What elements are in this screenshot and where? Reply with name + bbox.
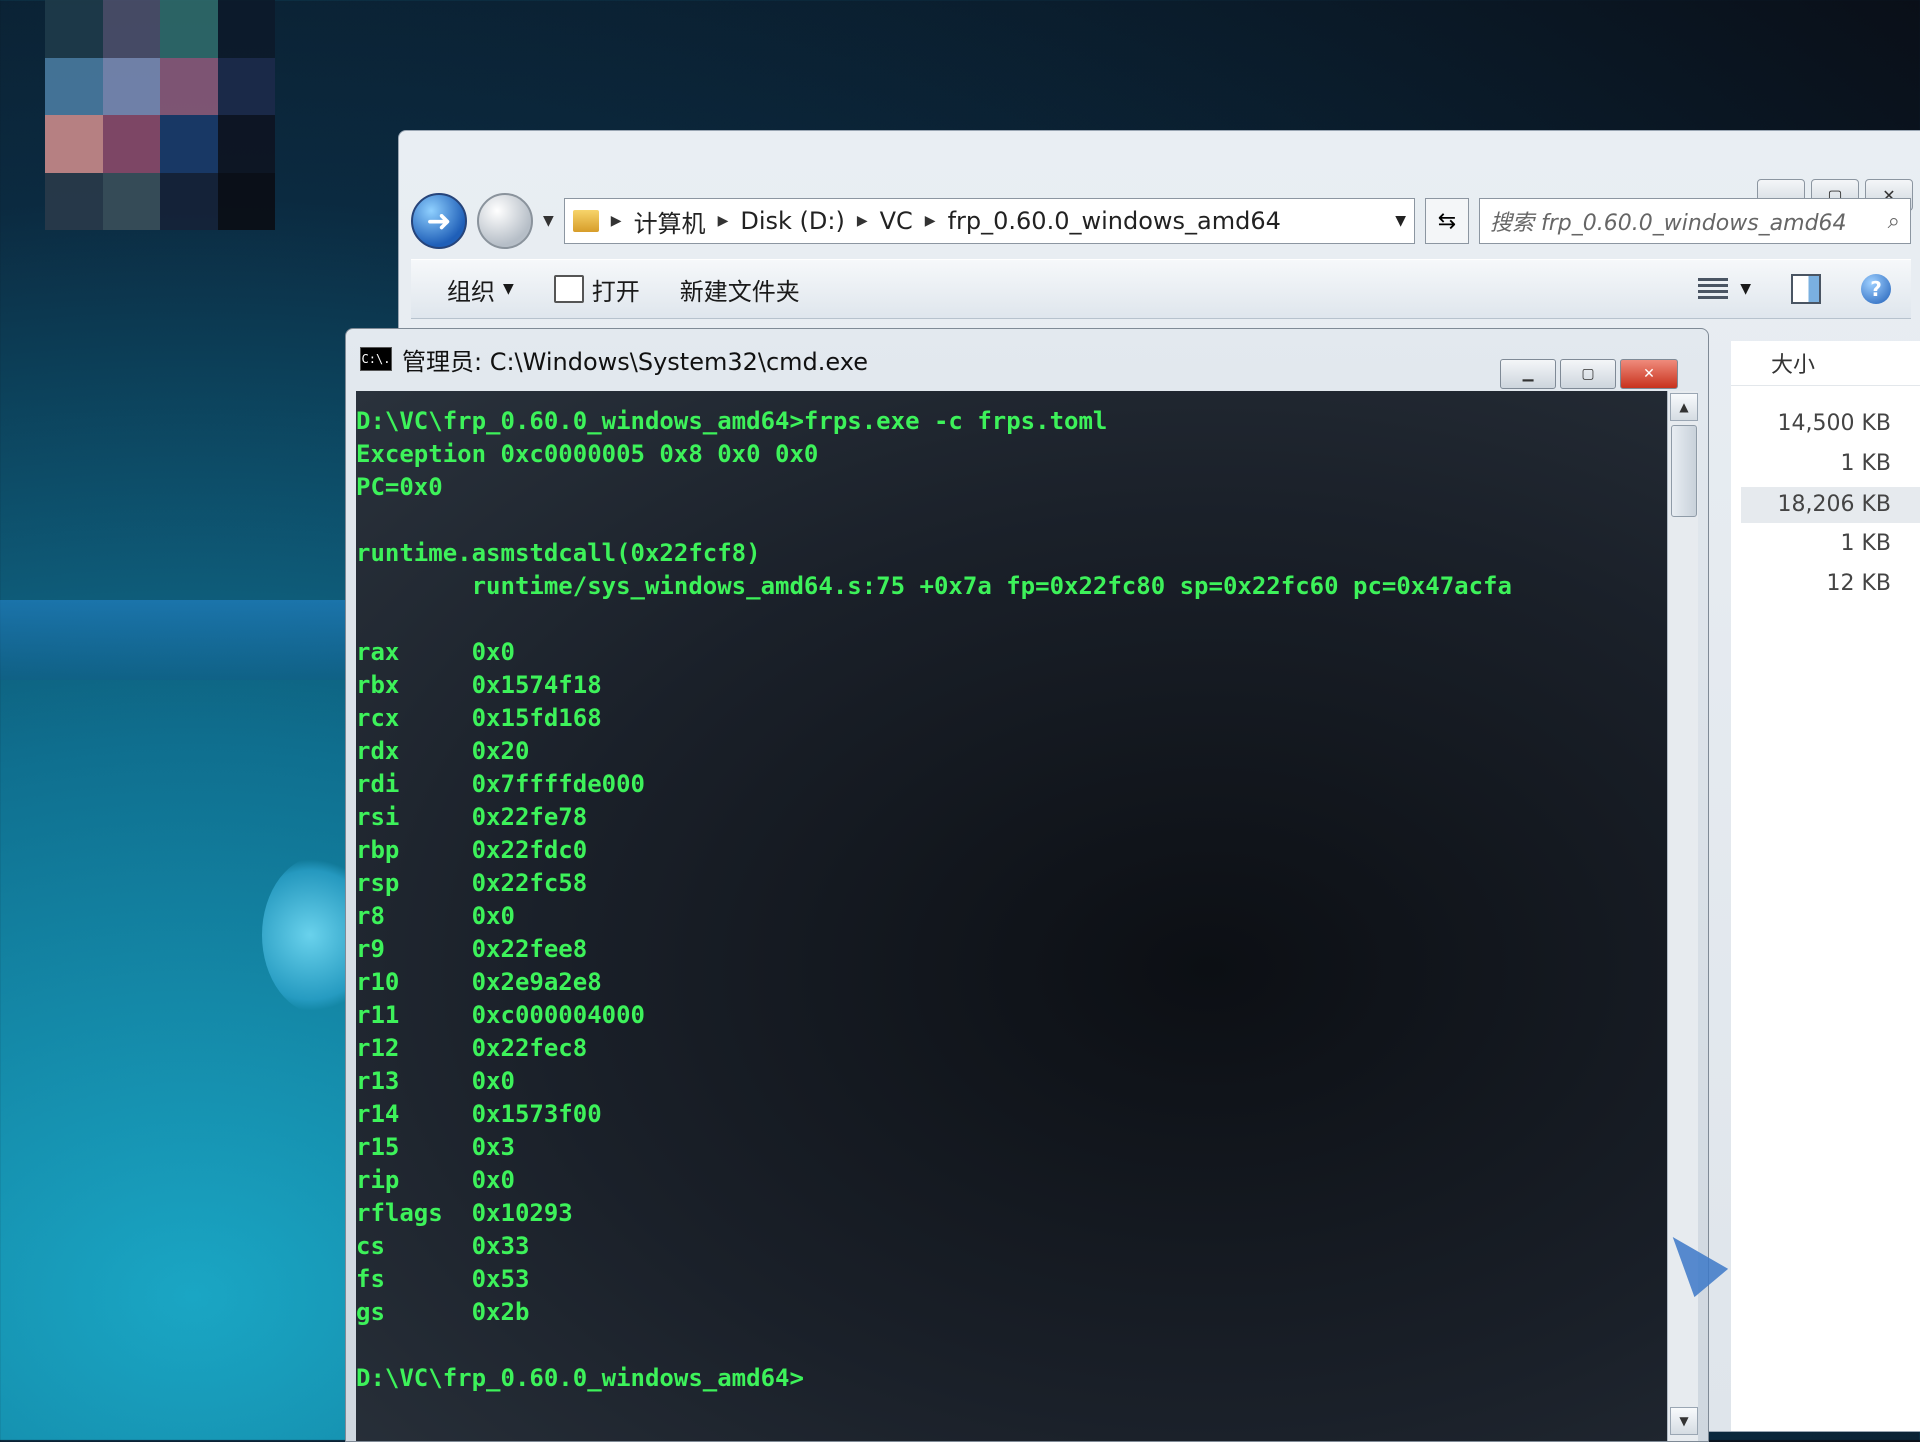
scroll-up-icon[interactable]: ▲ <box>1670 393 1698 421</box>
forward-button[interactable] <box>477 193 533 249</box>
console-line: rbx 0x1574f18 <box>356 671 602 699</box>
organize-label: 组织 <box>447 277 495 306</box>
console-text: D:\VC\frp_0.60.0_windows_amd64>frps.exe … <box>356 391 1668 1395</box>
address-dropdown-icon[interactable]: ▼ <box>1395 213 1406 229</box>
breadcrumb-computer[interactable]: 计算机 <box>634 204 706 239</box>
file-size-cell[interactable]: 1 KB <box>1840 531 1891 556</box>
console-line: D:\VC\frp_0.60.0_windows_amd64>frps.exe … <box>356 407 1108 435</box>
console-line: gs 0x2b <box>356 1298 530 1326</box>
console-line: rdi 0x7ffffde000 <box>356 770 645 798</box>
navigation-bar: ➜ ▼ ▶ 计算机 ▶ Disk (D:) ▶ VC ▶ frp_0.60.0_… <box>411 191 1911 251</box>
desktop-pixelated-image <box>45 0 275 230</box>
toolbar-right-group: ▼ ? <box>1698 274 1911 304</box>
history-dropdown-icon[interactable]: ▼ <box>543 213 554 229</box>
cmd-maximize-button[interactable]: ▢ <box>1560 359 1616 389</box>
console-line: D:\VC\frp_0.60.0_windows_amd64> <box>356 1364 804 1392</box>
file-size-cell[interactable]: 12 KB <box>1826 571 1891 596</box>
console-line: runtime.asmstdcall(0x22fcf8) <box>356 539 761 567</box>
console-line: Exception 0xc0000005 0x8 0x0 0x0 <box>356 440 819 468</box>
cmd-minimize-button[interactable]: ▁ <box>1500 359 1556 389</box>
console-line: runtime/sys_windows_amd64.s:75 +0x7a fp=… <box>356 572 1512 600</box>
scroll-down-icon[interactable]: ▼ <box>1670 1407 1698 1435</box>
console-line: rcx 0x15fd168 <box>356 704 602 732</box>
console-line: rsi 0x22fe78 <box>356 803 588 831</box>
chevron-down-icon: ▼ <box>1740 281 1751 297</box>
view-list-icon <box>1698 278 1729 300</box>
open-label: 打开 <box>591 277 640 306</box>
console-line: PC=0x0 <box>356 473 443 501</box>
cmd-title-bar[interactable]: C:\. 管理员: C:\Windows\System32\cmd.exe <box>360 339 1698 379</box>
open-icon <box>553 275 584 303</box>
scrollbar-thumb[interactable] <box>1671 425 1697 517</box>
console-line: r11 0xc000004000 <box>356 1001 645 1029</box>
cmd-window-controls: ▁ ▢ ✕ <box>1500 359 1678 389</box>
cmd-close-button[interactable]: ✕ <box>1620 359 1678 389</box>
file-size-cell[interactable]: 1 KB <box>1840 451 1891 476</box>
refresh-button[interactable]: ⇆ <box>1425 198 1469 244</box>
organize-button[interactable]: 组织 ▼ <box>447 272 514 307</box>
console-line: rdx 0x20 <box>356 737 530 765</box>
chevron-down-icon: ▼ <box>503 281 514 297</box>
size-column-header[interactable]: 大小 <box>1731 341 1920 386</box>
back-arrow-icon: ➜ <box>426 203 452 239</box>
console-line: r12 0x22fec8 <box>356 1034 588 1062</box>
console-line: rax 0x0 <box>356 638 515 666</box>
search-input[interactable]: 搜索 frp_0.60.0_windows_amd64 ⌕ <box>1479 198 1911 244</box>
cmd-window-title: 管理员: C:\Windows\System32\cmd.exe <box>402 347 868 376</box>
chevron-right-icon[interactable]: ▶ <box>857 213 868 229</box>
file-size-cell[interactable]: 14,500 KB <box>1778 411 1892 436</box>
console-line: r9 0x22fee8 <box>356 935 588 963</box>
breadcrumb-vc[interactable]: VC <box>880 207 913 235</box>
cmd-app-icon: C:\. <box>360 347 392 371</box>
address-bar[interactable]: ▶ 计算机 ▶ Disk (D:) ▶ VC ▶ frp_0.60.0_wind… <box>563 198 1415 244</box>
desktop-wallpaper-band <box>0 600 400 680</box>
console-line: r14 0x1573f00 <box>356 1100 602 1128</box>
file-size-cell-selected[interactable]: 18,206 KB <box>1741 487 1920 523</box>
console-line: r10 0x2e9a2e8 <box>356 968 602 996</box>
back-button[interactable]: ➜ <box>411 193 467 249</box>
chevron-right-icon[interactable]: ▶ <box>925 213 936 229</box>
console-line: rsp 0x22fc58 <box>356 869 588 897</box>
console-output[interactable]: D:\VC\frp_0.60.0_windows_amd64>frps.exe … <box>356 391 1668 1441</box>
cmd-window: C:\. 管理员: C:\Windows\System32\cmd.exe ▁ … <box>345 328 1709 1442</box>
breadcrumb-disk-d[interactable]: Disk (D:) <box>740 207 844 235</box>
console-line: rip 0x0 <box>356 1166 515 1194</box>
breadcrumb-frp-folder[interactable]: frp_0.60.0_windows_amd64 <box>948 207 1281 235</box>
folder-icon <box>572 210 599 232</box>
chevron-right-icon[interactable]: ▶ <box>611 213 622 229</box>
search-placeholder: 搜索 frp_0.60.0_windows_amd64 <box>1490 211 1847 236</box>
open-button[interactable]: 打开 <box>553 272 640 307</box>
chevron-right-icon[interactable]: ▶ <box>718 213 729 229</box>
view-options-button[interactable]: ▼ <box>1698 278 1751 300</box>
file-list-size-column: 大小 14,500 KB 1 KB 18,206 KB 1 KB 12 KB <box>1731 341 1920 1431</box>
console-line: fs 0x53 <box>356 1265 530 1293</box>
size-header-label: 大小 <box>1771 353 1816 378</box>
search-icon: ⌕ <box>1887 208 1900 234</box>
console-line: r13 0x0 <box>356 1067 515 1095</box>
new-folder-button[interactable]: 新建文件夹 <box>680 272 800 307</box>
new-folder-label: 新建文件夹 <box>679 277 800 306</box>
command-toolbar: 组织 ▼ 打开 新建文件夹 ▼ ? <box>411 259 1911 319</box>
console-line: rbp 0x22fdc0 <box>356 836 588 864</box>
console-line: r15 0x3 <box>356 1133 515 1161</box>
console-line: cs 0x33 <box>356 1232 530 1260</box>
console-line: rflags 0x10293 <box>356 1199 573 1227</box>
refresh-icon: ⇆ <box>1437 208 1457 234</box>
console-line: r8 0x0 <box>356 902 515 930</box>
help-icon[interactable]: ? <box>1861 274 1891 304</box>
preview-pane-icon[interactable] <box>1791 274 1821 304</box>
